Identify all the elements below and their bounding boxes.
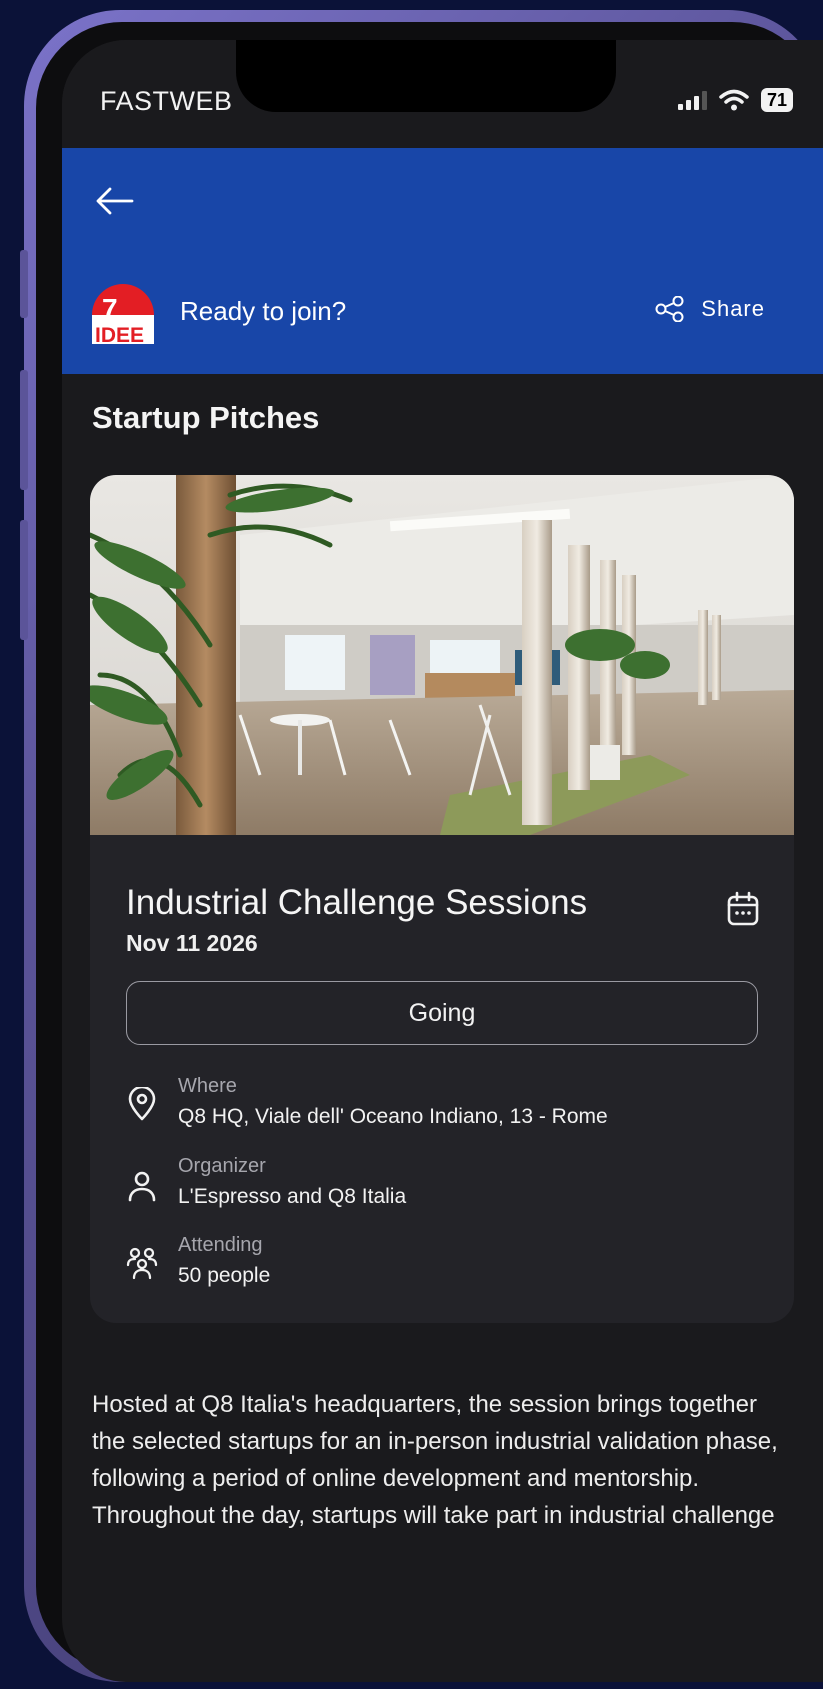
notch <box>236 40 616 112</box>
calendar-icon[interactable] <box>726 891 760 927</box>
share-button[interactable]: Share <box>655 296 765 322</box>
event-title: Industrial Challenge Sessions <box>126 883 588 922</box>
app-screen: FASTWEB 71 7 IDEE Ready to join? Share S… <box>62 40 823 1682</box>
status-icons: 71 <box>677 88 793 112</box>
attending-label: Attending <box>178 1234 263 1256</box>
phone-volume-down <box>20 520 28 640</box>
event-description: Hosted at Q8 Italia's headquarters, the … <box>92 1391 778 1529</box>
share-icon <box>655 296 684 322</box>
app-header: 7 IDEE Ready to join? Share <box>62 148 823 374</box>
wifi-icon <box>719 89 749 111</box>
person-icon <box>128 1171 156 1202</box>
signal-icon <box>677 90 707 110</box>
going-button[interactable]: Going <box>126 981 758 1045</box>
status-bar: FASTWEB 71 <box>62 40 823 148</box>
attending-value: 50 people <box>178 1264 271 1287</box>
phone-volume-up <box>20 370 28 490</box>
back-arrow-icon[interactable] <box>94 186 134 216</box>
organizer-label: Organizer <box>178 1155 266 1177</box>
carrier-name: FASTWEB <box>100 86 233 116</box>
svg-text:IDEE: IDEE <box>95 324 144 346</box>
event-card: Industrial Challenge Sessions Nov 11 202… <box>90 475 794 1323</box>
location-pin-icon <box>128 1087 156 1121</box>
people-group-icon <box>126 1247 158 1280</box>
event-photo <box>90 475 794 835</box>
battery-icon: 71 <box>760 88 793 112</box>
svg-text:7: 7 <box>102 293 118 324</box>
where-label: Where <box>178 1075 237 1097</box>
phone-mute-switch <box>20 250 28 318</box>
share-label: Share <box>701 296 765 321</box>
brand-logo: 7 IDEE <box>92 284 154 346</box>
where-value: Q8 HQ, Viale dell' Oceano Indiano, 13 - … <box>178 1105 608 1128</box>
header-title: Ready to join? <box>180 296 347 326</box>
organizer-value: L'Espresso and Q8 Italia <box>178 1185 407 1208</box>
section-title: Startup Pitches <box>92 400 320 435</box>
event-date: Nov 11 2026 <box>126 930 258 956</box>
